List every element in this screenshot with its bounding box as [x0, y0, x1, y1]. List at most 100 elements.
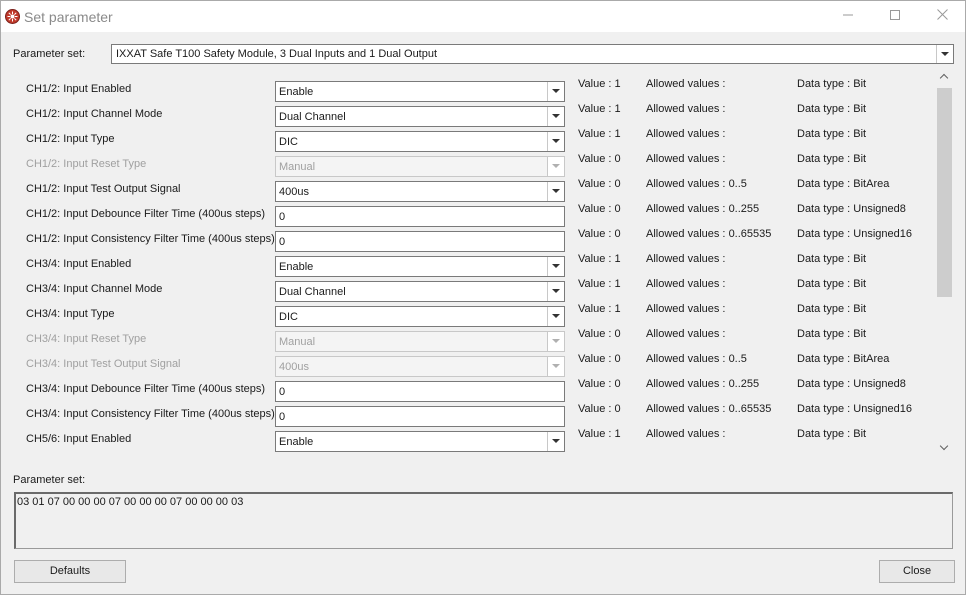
chevron-down-icon[interactable] [547, 132, 564, 151]
chevron-down-icon[interactable] [547, 432, 564, 451]
parameter-input[interactable]: 0 [275, 206, 565, 227]
parameter-current-value: 0 [279, 236, 286, 248]
parameter-raw-value: Value : 1 [578, 278, 621, 290]
close-window-button[interactable] [919, 1, 965, 31]
parameter-allowed-values: Allowed values : 0..5 [646, 353, 747, 365]
chevron-down-icon[interactable] [547, 307, 564, 326]
dtype-name: Bit [853, 278, 867, 290]
defaults-button[interactable]: Defaults [14, 560, 126, 583]
parameter-dropdown: 400us [275, 356, 565, 377]
parameter-row: CH1/2: Input Reset Type Manual Value : 0 Al… [13, 153, 938, 179]
dtype-prefix: Data type : [797, 328, 851, 340]
parameter-row: CH1/2: Input Consistency Filter Time (40… [13, 228, 938, 254]
parameter-data-type: Data type : Bit [797, 128, 866, 140]
parameter-set-value: IXXAT Safe T100 Safety Module, 3 Dual In… [116, 48, 438, 60]
parameter-current-value: 400us [279, 361, 309, 373]
chevron-down-icon[interactable] [547, 257, 564, 276]
parameter-allowed-values: Allowed values : 0..65535 [646, 403, 771, 415]
allowed-prefix: Allowed values : [646, 128, 726, 140]
dtype-name: Bit [853, 253, 867, 265]
dtype-name: Bit [853, 328, 867, 340]
parameter-row: CH1/2: Input Test Output Signal 400us Valu… [13, 178, 938, 204]
parameter-name: CH3/4: Input Enabled [26, 258, 132, 270]
parameter-set-bytes-label: Parameter set: [13, 474, 86, 486]
parameter-name: CH1/2: Input Debounce Filter Time (400us… [26, 208, 266, 220]
value-number: 0 [614, 203, 621, 215]
parameter-dropdown[interactable]: DIC [275, 306, 565, 327]
parameter-current-value: Enable [279, 86, 314, 98]
dtype-name: Bit [853, 78, 867, 90]
chevron-down-icon[interactable] [547, 82, 564, 101]
parameter-set-label: Parameter set: [13, 48, 86, 60]
allowed-prefix: Allowed values : [646, 328, 726, 340]
allowed-prefix: Allowed values : [646, 378, 726, 390]
parameter-raw-value: Value : 0 [578, 228, 621, 240]
parameter-raw-value: Value : 0 [578, 328, 621, 340]
value-prefix: Value : [578, 378, 612, 390]
parameter-allowed-values: Allowed values : [646, 303, 726, 315]
dtype-prefix: Data type : [797, 303, 851, 315]
minimize-button[interactable] [825, 1, 871, 31]
dtype-prefix: Data type : [797, 403, 851, 415]
maximize-button[interactable] [872, 1, 918, 31]
dtype-name: Unsigned16 [853, 403, 912, 415]
close-icon [936, 9, 948, 20]
parameter-dropdown[interactable]: Enable [275, 431, 565, 452]
value-prefix: Value : [578, 353, 612, 365]
chevron-down-icon[interactable] [547, 282, 564, 301]
parameter-current-value: Dual Channel [279, 111, 346, 123]
scrollbar-thumb[interactable] [937, 88, 952, 297]
scroll-up-icon[interactable] [936, 69, 953, 86]
parameter-allowed-values: Allowed values : [646, 428, 726, 440]
value-number: 1 [614, 78, 621, 90]
chevron-down-icon [547, 332, 564, 351]
parameter-dropdown[interactable]: 400us [275, 181, 565, 202]
value-prefix: Value : [578, 228, 612, 240]
parameter-allowed-values: Allowed values : [646, 328, 726, 340]
value-number: 1 [614, 278, 621, 290]
parameter-dropdown[interactable]: Dual Channel [275, 281, 565, 302]
parameter-name: CH1/2: Input Type [26, 133, 115, 145]
parameter-row: CH5/6: Input Enabled Enable Value : 1 Allow… [13, 428, 938, 454]
parameter-allowed-values: Allowed values : 0..65535 [646, 228, 771, 240]
parameter-dropdown[interactable]: DIC [275, 131, 565, 152]
parameter-name: CH1/2: Input Consistency Filter Time (40… [26, 233, 275, 245]
parameter-dropdown[interactable]: Dual Channel [275, 106, 565, 127]
parameter-input[interactable]: 0 [275, 406, 565, 427]
parameter-data-type: Data type : Bit [797, 303, 866, 315]
vertical-scrollbar[interactable] [936, 69, 953, 457]
chevron-down-icon[interactable] [936, 45, 953, 63]
parameter-raw-value: Value : 1 [578, 103, 621, 115]
parameter-row: CH3/4: Input Debounce Filter Time (400us… [13, 378, 938, 404]
allowed-prefix: Allowed values : [646, 253, 726, 265]
parameter-data-type: Data type : BitArea [797, 178, 889, 190]
allowed-prefix: Allowed values : [646, 103, 726, 115]
dtype-prefix: Data type : [797, 378, 851, 390]
parameter-current-value: 0 [279, 411, 286, 423]
parameter-dropdown[interactable]: Enable [275, 81, 565, 102]
allowed-prefix: Allowed values : [646, 428, 726, 440]
parameter-input[interactable]: 0 [275, 231, 565, 252]
scroll-down-icon[interactable] [936, 440, 953, 457]
parameter-dropdown: Manual [275, 331, 565, 352]
parameter-raw-value: Value : 0 [578, 403, 621, 415]
parameter-set-bytes: 03 01 07 00 00 00 07 00 00 00 07 00 00 0… [17, 496, 244, 508]
value-number: 1 [614, 128, 621, 140]
dtype-name: Bit [853, 128, 867, 140]
value-number: 1 [614, 103, 621, 115]
chevron-down-icon[interactable] [547, 107, 564, 126]
value-number: 1 [614, 428, 621, 440]
chevron-down-icon[interactable] [547, 182, 564, 201]
dtype-name: Bit [853, 303, 867, 315]
close-button[interactable]: Close [879, 560, 955, 583]
value-prefix: Value : [578, 153, 612, 165]
allowed-prefix: Allowed values : [646, 353, 726, 365]
parameter-raw-value: Value : 0 [578, 153, 621, 165]
value-prefix: Value : [578, 253, 612, 265]
parameter-input[interactable]: 0 [275, 381, 565, 402]
parameter-dropdown[interactable]: Enable [275, 256, 565, 277]
window-title: Set parameter [24, 9, 113, 25]
parameter-set-dropdown[interactable]: IXXAT Safe T100 Safety Module, 3 Dual In… [111, 44, 954, 64]
parameter-data-type: Data type : BitArea [797, 353, 889, 365]
parameter-set-bytes-box[interactable]: 03 01 07 00 00 00 07 00 00 00 07 00 00 0… [14, 492, 953, 549]
